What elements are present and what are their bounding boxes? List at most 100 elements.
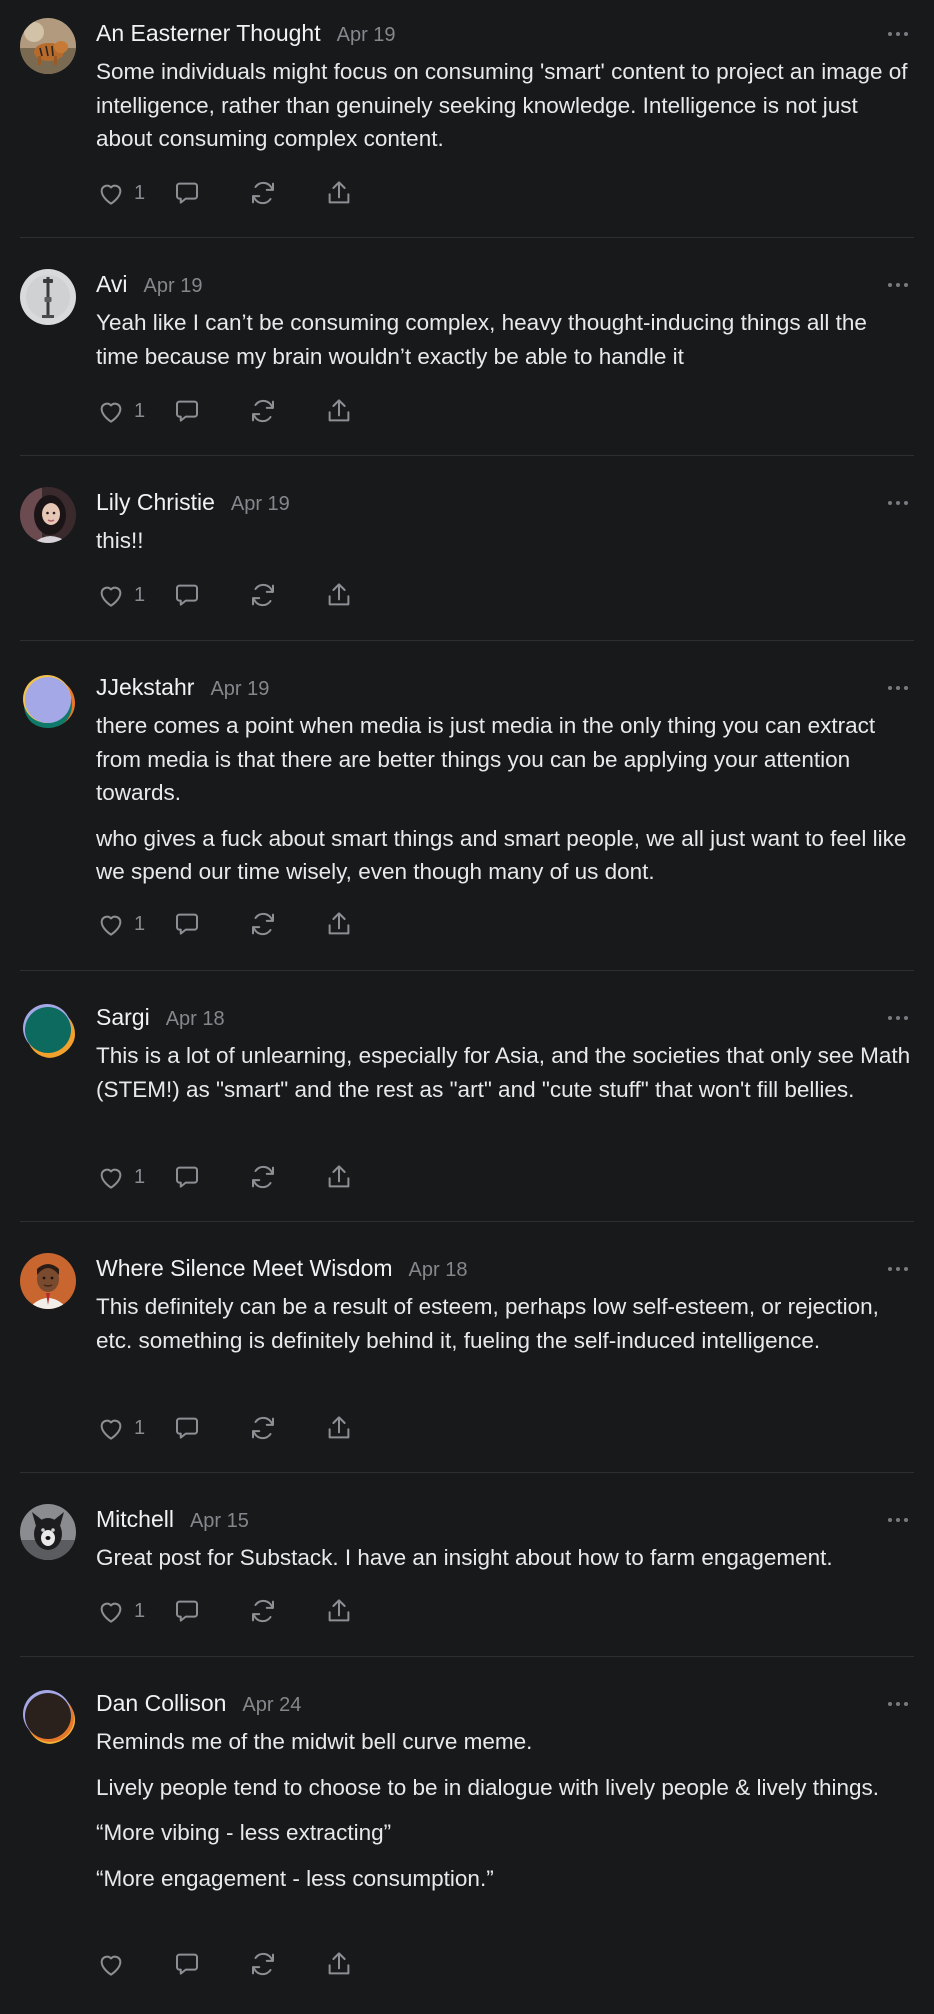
more-dots-icon[interactable] — [888, 1702, 908, 1706]
more-dots-icon[interactable] — [888, 1267, 908, 1271]
heart-icon — [96, 1596, 126, 1626]
comment-actions: 1 — [96, 1593, 364, 1629]
more-dots-icon[interactable] — [888, 1016, 908, 1020]
comment-thread: An Easterner Thought Apr 19 Some individu… — [20, 0, 914, 2007]
comment-actions: 1 — [96, 906, 364, 942]
speech-bubble-icon — [172, 1949, 202, 1979]
author-name[interactable]: Lily Christie — [96, 489, 215, 516]
share-button[interactable] — [324, 1949, 364, 1979]
share-button[interactable] — [324, 909, 364, 939]
restack-arrows-icon — [248, 1413, 278, 1443]
comment-date[interactable]: Apr 19 — [231, 493, 290, 516]
share-button[interactable] — [324, 1596, 364, 1626]
comment-paragraph: this!! — [96, 528, 144, 553]
restack-button[interactable] — [248, 1162, 324, 1192]
avatar[interactable] — [20, 1504, 76, 1560]
restack-arrows-icon — [248, 1949, 278, 1979]
reply-button[interactable] — [172, 580, 248, 610]
comment-date[interactable]: Apr 19 — [337, 24, 396, 47]
like-button[interactable]: 1 — [96, 178, 172, 208]
author-name[interactable]: Mitchell — [96, 1506, 174, 1533]
like-button[interactable]: 1 — [96, 396, 172, 426]
like-button[interactable]: 1 — [96, 1596, 172, 1626]
comment-actions: 1 — [96, 175, 364, 211]
restack-button[interactable] — [248, 1949, 324, 1979]
reply-button[interactable] — [172, 1162, 248, 1192]
author-name[interactable]: An Easterner Thought — [96, 20, 321, 47]
comment-body: Some individuals might focus on consumin… — [96, 55, 914, 156]
restack-button[interactable] — [248, 1413, 324, 1443]
comment-header: Dan Collison Apr 24 — [96, 1690, 301, 1718]
more-dots-icon[interactable] — [888, 501, 908, 505]
restack-arrows-icon — [248, 1162, 278, 1192]
author-name[interactable]: Where Silence Meet Wisdom — [96, 1255, 393, 1282]
comment-header: JJekstahr Apr 19 — [96, 674, 269, 702]
like-count: 1 — [134, 1165, 146, 1188]
share-button[interactable] — [324, 396, 364, 426]
restack-button[interactable] — [248, 396, 324, 426]
heart-icon — [96, 178, 126, 208]
speech-bubble-icon — [172, 1162, 202, 1192]
more-dots-icon[interactable] — [888, 1518, 908, 1522]
more-dots-icon[interactable] — [888, 283, 908, 287]
author-name[interactable]: Dan Collison — [96, 1690, 226, 1717]
comment-header: An Easterner Thought Apr 19 — [96, 20, 396, 48]
reply-button[interactable] — [172, 178, 248, 208]
more-dots-icon[interactable] — [888, 686, 908, 690]
restack-arrows-icon — [248, 1596, 278, 1626]
share-button[interactable] — [324, 178, 364, 208]
restack-arrows-icon — [248, 178, 278, 208]
author-name[interactable]: Sargi — [96, 1004, 150, 1031]
share-button[interactable] — [324, 1413, 364, 1443]
comment: Lily Christie Apr 19 this!! 1 — [20, 456, 914, 641]
reply-button[interactable] — [172, 909, 248, 939]
comment-date[interactable]: Apr 18 — [166, 1008, 225, 1031]
restack-arrows-icon — [248, 580, 278, 610]
author-name[interactable]: JJekstahr — [96, 674, 194, 701]
avatar[interactable] — [20, 269, 76, 325]
speech-bubble-icon — [172, 1596, 202, 1626]
comment-body: This is a lot of unlearning, especially … — [96, 1039, 914, 1106]
comment-header: Avi Apr 19 — [96, 271, 202, 299]
restack-button[interactable] — [248, 580, 324, 610]
avatar[interactable] — [20, 1002, 76, 1058]
restack-arrows-icon — [248, 909, 278, 939]
comment-paragraph: Reminds me of the midwit bell curve meme… — [96, 1729, 533, 1754]
avatar[interactable] — [20, 487, 76, 543]
reply-button[interactable] — [172, 1949, 248, 1979]
comment-header: Lily Christie Apr 19 — [96, 489, 290, 517]
author-name[interactable]: Avi — [96, 271, 128, 298]
comment-date[interactable]: Apr 19 — [210, 678, 269, 701]
restack-button[interactable] — [248, 909, 324, 939]
avatar[interactable] — [20, 1688, 76, 1744]
reply-button[interactable] — [172, 1413, 248, 1443]
comment: Where Silence Meet Wisdom Apr 18 This def… — [20, 1222, 914, 1473]
more-dots-icon[interactable] — [888, 32, 908, 36]
like-button[interactable]: 1 — [96, 1162, 172, 1192]
like-count: 1 — [134, 912, 146, 935]
comment-date[interactable]: Apr 19 — [144, 275, 203, 298]
share-button[interactable] — [324, 580, 364, 610]
like-button[interactable]: 1 — [96, 580, 172, 610]
avatar[interactable] — [20, 18, 76, 74]
like-button[interactable]: 1 — [96, 909, 172, 939]
reply-button[interactable] — [172, 396, 248, 426]
comment-date[interactable]: Apr 15 — [190, 1510, 249, 1533]
comment-paragraph: “More engagement - less consumption.” — [96, 1865, 494, 1891]
comment-paragraph: Great post for Substack. I have an insig… — [96, 1545, 833, 1570]
like-button[interactable]: 1 — [96, 1413, 172, 1443]
restack-button[interactable] — [248, 178, 324, 208]
share-upload-icon — [324, 1413, 354, 1443]
comment-date[interactable]: Apr 18 — [409, 1259, 468, 1282]
restack-button[interactable] — [248, 1596, 324, 1626]
comment-actions: 1 — [96, 1159, 364, 1195]
avatar[interactable] — [20, 672, 76, 728]
like-button[interactable] — [96, 1949, 172, 1979]
comment-date[interactable]: Apr 24 — [242, 1694, 301, 1717]
comment-header: Where Silence Meet Wisdom Apr 18 — [96, 1255, 467, 1283]
comment-header: Sargi Apr 18 — [96, 1004, 225, 1032]
reply-button[interactable] — [172, 1596, 248, 1626]
share-button[interactable] — [324, 1162, 364, 1192]
heart-icon — [96, 1162, 126, 1192]
avatar[interactable] — [20, 1253, 76, 1309]
